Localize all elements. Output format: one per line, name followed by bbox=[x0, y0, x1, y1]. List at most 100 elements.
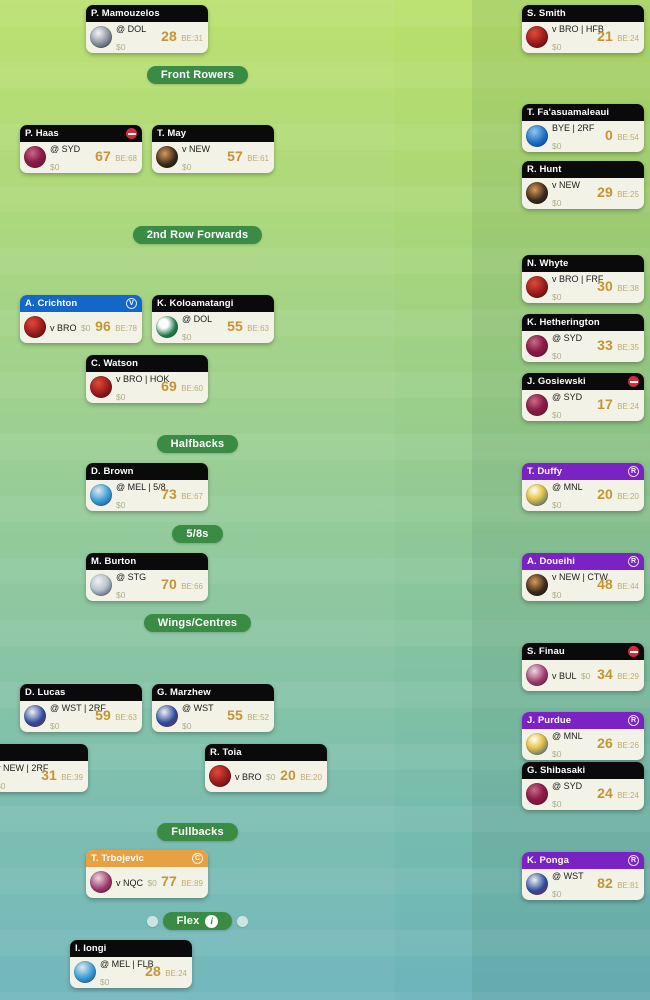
position-label-front-rowers[interactable]: Front Rowers bbox=[146, 66, 249, 84]
player-name: J. Gosiewski bbox=[527, 376, 586, 387]
player-score: 17 bbox=[597, 396, 613, 412]
player-opponent: v NEW bbox=[182, 144, 210, 154]
player-score: 55 bbox=[227, 707, 243, 723]
position-label-text: Wings/Centres bbox=[157, 617, 238, 629]
player-price: $0 bbox=[182, 162, 192, 172]
player-opponent: @ WST bbox=[182, 703, 214, 713]
player-card-body: @ SYD $0 67 BE:68 bbox=[20, 142, 142, 173]
player-breakeven: BE:29 bbox=[617, 672, 639, 681]
player-card[interactable]: G. Shibasaki @ SYD $0 24 BE:24 bbox=[522, 762, 644, 810]
player-breakeven: BE:63 bbox=[115, 713, 137, 722]
player-price: $0 bbox=[552, 410, 562, 420]
player-opponent: @ SYD bbox=[50, 144, 81, 154]
player-breakeven: BE:31 bbox=[181, 34, 203, 43]
player-breakeven: BE:78 bbox=[115, 324, 137, 333]
player-card[interactable]: T. Trbojevic C v NQC $0 77 BE:89 bbox=[86, 850, 208, 898]
position-label-text: Halfbacks bbox=[170, 438, 225, 450]
player-name: K. Hetherington bbox=[527, 317, 600, 328]
player-breakeven: BE:63 bbox=[247, 324, 269, 333]
team-logo-icon bbox=[526, 125, 548, 147]
player-card[interactable]: N. Whyte v BRO | FRF $0 30 BE:38 bbox=[522, 255, 644, 303]
player-price: $0 bbox=[552, 42, 562, 52]
position-row-wings-centres: Wings/Centres bbox=[0, 614, 395, 632]
flex-handle-left[interactable] bbox=[146, 915, 158, 927]
player-breakeven: BE:81 bbox=[617, 881, 639, 890]
player-card-body: @ STG $0 70 BE:66 bbox=[86, 570, 208, 601]
team-logo-icon bbox=[156, 316, 178, 338]
player-card[interactable]: K. Ponga R @ WST $0 82 BE:81 bbox=[522, 852, 644, 900]
team-logo-icon bbox=[526, 276, 548, 298]
player-card-body: v BRO $0 20 BE:20 bbox=[205, 761, 327, 792]
player-opponent: v BRO | HFB bbox=[552, 24, 604, 34]
team-logo-icon bbox=[24, 316, 46, 338]
player-breakeven: BE:89 bbox=[181, 879, 203, 888]
player-card-body: @ MEL | 5/8 $0 73 BE:67 bbox=[86, 480, 208, 511]
player-score: 33 bbox=[597, 337, 613, 353]
player-card[interactable]: M. Burton @ STG $0 70 BE:66 bbox=[86, 553, 208, 601]
player-card[interactable]: T. May v NEW $0 57 BE:61 bbox=[152, 125, 274, 173]
player-opponent: @ MEL | 5/8 bbox=[116, 482, 166, 492]
player-card[interactable]: J. Gosiewski @ SYD $0 17 BE:24 bbox=[522, 373, 644, 421]
player-card-header: T. Trbojevic C bbox=[86, 850, 208, 867]
player-card-body: @ SYD $0 17 BE:24 bbox=[522, 390, 644, 421]
position-label-text: Front Rowers bbox=[160, 69, 235, 81]
flex-handle-right[interactable] bbox=[237, 915, 249, 927]
player-card[interactable]: K. Koloamatangi @ DOL $0 55 BE:63 bbox=[152, 295, 274, 343]
position-label-fullbacks[interactable]: Fullbacks bbox=[157, 823, 238, 841]
player-card[interactable]: P. Haas @ SYD $0 67 BE:68 bbox=[20, 125, 142, 173]
player-card[interactable]: D. Brown @ MEL | 5/8 $0 73 BE:67 bbox=[86, 463, 208, 511]
player-card[interactable]: S. Smith v BRO | HFB $0 21 BE:24 bbox=[522, 5, 644, 53]
team-logo-icon bbox=[526, 335, 548, 357]
player-score: 34 bbox=[597, 666, 613, 682]
player-card[interactable]: T. Duffy R @ MNL $0 20 BE:20 bbox=[522, 463, 644, 511]
player-price: $0 bbox=[182, 721, 192, 731]
player-card-body: @ MNL $0 20 BE:20 bbox=[522, 480, 644, 511]
player-card[interactable]: R. Hunt v NEW $0 29 BE:25 bbox=[522, 161, 644, 209]
team-logo-icon bbox=[526, 873, 548, 895]
position-label-wings-centres[interactable]: Wings/Centres bbox=[143, 614, 252, 632]
player-card[interactable]: T. Fa'asuamaleaui BYE | 2RF $0 0 BE:54 bbox=[522, 104, 644, 152]
player-name: C. Watson bbox=[91, 358, 138, 369]
position-row-fullbacks: Fullbacks bbox=[0, 823, 395, 841]
player-breakeven: BE:44 bbox=[617, 582, 639, 591]
player-card[interactable]: D. Lucas @ WST | 2RF $0 59 BE:63 bbox=[20, 684, 142, 732]
player-card[interactable]: I. Iongi @ MEL | FLB $0 28 BE:24 bbox=[70, 940, 192, 988]
position-label-second-row[interactable]: 2nd Row Forwards bbox=[132, 226, 263, 244]
team-logo-icon bbox=[526, 182, 548, 204]
player-card[interactable]: S. Finau v BUL $0 34 BE:29 bbox=[522, 643, 644, 691]
player-card[interactable]: C. Watson v BRO | HOK $0 69 BE:60 bbox=[86, 355, 208, 403]
player-card[interactable]: v NEW | 2RF $0 31 BE:39 bbox=[0, 744, 88, 792]
player-score: 82 bbox=[597, 875, 613, 891]
reserve-badge-icon: R bbox=[628, 466, 639, 477]
player-opponent: @ DOL bbox=[182, 314, 213, 324]
position-label-flex[interactable]: Flex i bbox=[162, 912, 233, 930]
player-name: A. Crichton bbox=[25, 298, 78, 309]
player-card[interactable]: A. Doueihi R v NEW | CTW $0 48 BE:44 bbox=[522, 553, 644, 601]
player-card[interactable]: P. Mamouzelos @ DOL $0 28 BE:31 bbox=[86, 5, 208, 53]
player-breakeven: BE:25 bbox=[617, 190, 639, 199]
player-out-icon bbox=[628, 376, 639, 387]
player-card-body: @ MNL $0 26 BE:26 bbox=[522, 729, 644, 760]
team-logo-icon bbox=[526, 574, 548, 596]
player-score: 69 bbox=[161, 378, 177, 394]
player-breakeven: BE:68 bbox=[115, 154, 137, 163]
player-card[interactable]: G. Marzhew @ WST $0 55 BE:52 bbox=[152, 684, 274, 732]
player-price: $0 bbox=[116, 590, 126, 600]
player-opponent: @ MNL bbox=[552, 731, 583, 741]
player-opponent: v BRO bbox=[50, 323, 77, 333]
player-card[interactable]: R. Toia v BRO $0 20 BE:20 bbox=[205, 744, 327, 792]
position-label-halfbacks[interactable]: Halfbacks bbox=[156, 435, 239, 453]
player-card[interactable]: A. Crichton V v BRO $0 96 BE:78 bbox=[20, 295, 142, 343]
player-score: 29 bbox=[597, 184, 613, 200]
player-price: $0 bbox=[265, 772, 276, 782]
player-price: $0 bbox=[0, 781, 6, 791]
player-card[interactable]: J. Purdue R @ MNL $0 26 BE:26 bbox=[522, 712, 644, 760]
player-name: N. Whyte bbox=[527, 258, 569, 269]
player-price: $0 bbox=[182, 332, 192, 342]
info-icon[interactable]: i bbox=[205, 914, 219, 928]
position-label-five-eighths[interactable]: 5/8s bbox=[172, 525, 223, 543]
player-card-header: S. Finau bbox=[522, 643, 644, 660]
player-opponent: v BUL bbox=[552, 671, 577, 681]
player-card-header: A. Crichton V bbox=[20, 295, 142, 312]
player-card[interactable]: K. Hetherington @ SYD $0 33 BE:35 bbox=[522, 314, 644, 362]
